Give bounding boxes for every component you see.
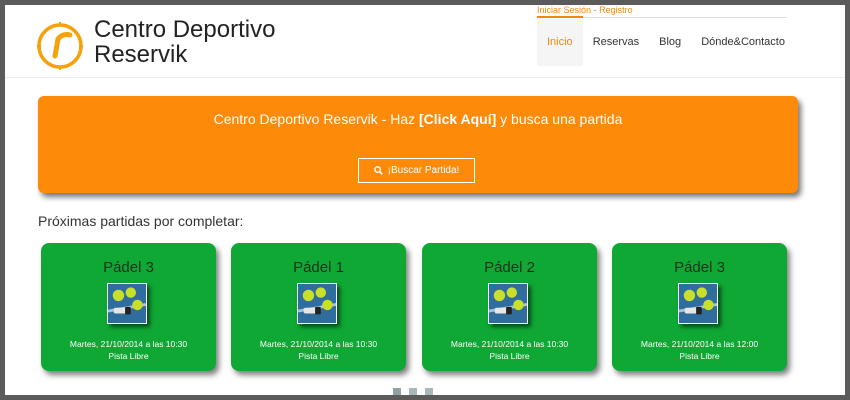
search-match-button[interactable]: ¡Buscar Partida! bbox=[358, 158, 475, 183]
nav-item-donde-contacto[interactable]: Dónde&Contacto bbox=[691, 19, 795, 66]
nav-item-blog[interactable]: Blog bbox=[649, 19, 691, 66]
padel-balls-icon bbox=[297, 283, 337, 324]
match-card[interactable]: Pádel 3 Martes, 21/10/2014 a las 10:30 Pis… bbox=[41, 243, 216, 371]
search-button-label: ¡Buscar Partida! bbox=[387, 165, 460, 176]
brand-line-1: Centro Deportivo bbox=[94, 16, 276, 43]
card-court: Pista Libre bbox=[679, 351, 720, 361]
nav-item-inicio[interactable]: Inicio bbox=[537, 19, 583, 66]
padel-balls-icon bbox=[488, 283, 528, 324]
card-court: Pista Libre bbox=[298, 351, 339, 361]
account-links: Iniciar Sesión - Registro bbox=[537, 5, 633, 15]
login-link[interactable]: Iniciar Sesión bbox=[537, 5, 591, 15]
card-court: Pista Libre bbox=[489, 351, 530, 361]
banner-text-tail: y busca una partida bbox=[496, 111, 623, 127]
match-card[interactable]: Pádel 2 Martes, 21/10/2014 a las 10:30 Pis… bbox=[422, 243, 597, 371]
banner-text: Centro Deportivo Reservik - Haz [Click A… bbox=[38, 111, 798, 127]
card-title: Pádel 1 bbox=[293, 259, 344, 276]
brand-name[interactable]: Centro Deportivo Reservik bbox=[94, 17, 275, 67]
brand-line-2: Reservik bbox=[94, 41, 188, 68]
card-title: Pádel 3 bbox=[103, 259, 154, 276]
link-separator: - bbox=[593, 5, 597, 15]
main-nav: Inicio Reservas Blog Dónde&Contacto bbox=[537, 19, 795, 66]
banner-click-here-link[interactable]: [Click Aquí] bbox=[419, 111, 496, 127]
pager-dot[interactable] bbox=[393, 388, 401, 395]
card-title: Pádel 2 bbox=[484, 259, 535, 276]
card-title: Pádel 3 bbox=[674, 259, 725, 276]
nav-item-reservas[interactable]: Reservas bbox=[583, 19, 649, 66]
logo-clock-icon[interactable] bbox=[36, 16, 84, 72]
section-title: Próximas partidas por completar: bbox=[38, 213, 244, 229]
carousel-pager bbox=[393, 388, 433, 395]
pager-dot[interactable] bbox=[409, 388, 417, 395]
card-date: Martes, 21/10/2014 a las 10:30 bbox=[69, 339, 188, 349]
page-frame: Centro Deportivo Reservik Iniciar Sesión… bbox=[5, 5, 845, 395]
promo-banner: Centro Deportivo Reservik - Haz [Click A… bbox=[38, 96, 798, 193]
padel-balls-icon bbox=[678, 283, 718, 324]
search-icon bbox=[373, 166, 383, 175]
register-link[interactable]: Registro bbox=[599, 5, 633, 15]
card-court: Pista Libre bbox=[108, 351, 149, 361]
card-date: Martes, 21/10/2014 a las 10:30 bbox=[259, 339, 378, 349]
match-card[interactable]: Pádel 3 Martes, 21/10/2014 a las 12:00 Pis… bbox=[612, 243, 787, 371]
card-date: Martes, 21/10/2014 a las 12:00 bbox=[640, 339, 759, 349]
pager-dot[interactable] bbox=[425, 388, 433, 395]
match-card[interactable]: Pádel 1 Martes, 21/10/2014 a las 10:30 Pis… bbox=[231, 243, 406, 371]
header: Centro Deportivo Reservik Iniciar Sesión… bbox=[5, 5, 845, 78]
padel-balls-icon bbox=[107, 283, 147, 324]
card-date: Martes, 21/10/2014 a las 10:30 bbox=[450, 339, 569, 349]
nav-active-indicator bbox=[537, 16, 583, 18]
banner-text-lead: Centro Deportivo Reservik - Haz bbox=[213, 111, 420, 127]
